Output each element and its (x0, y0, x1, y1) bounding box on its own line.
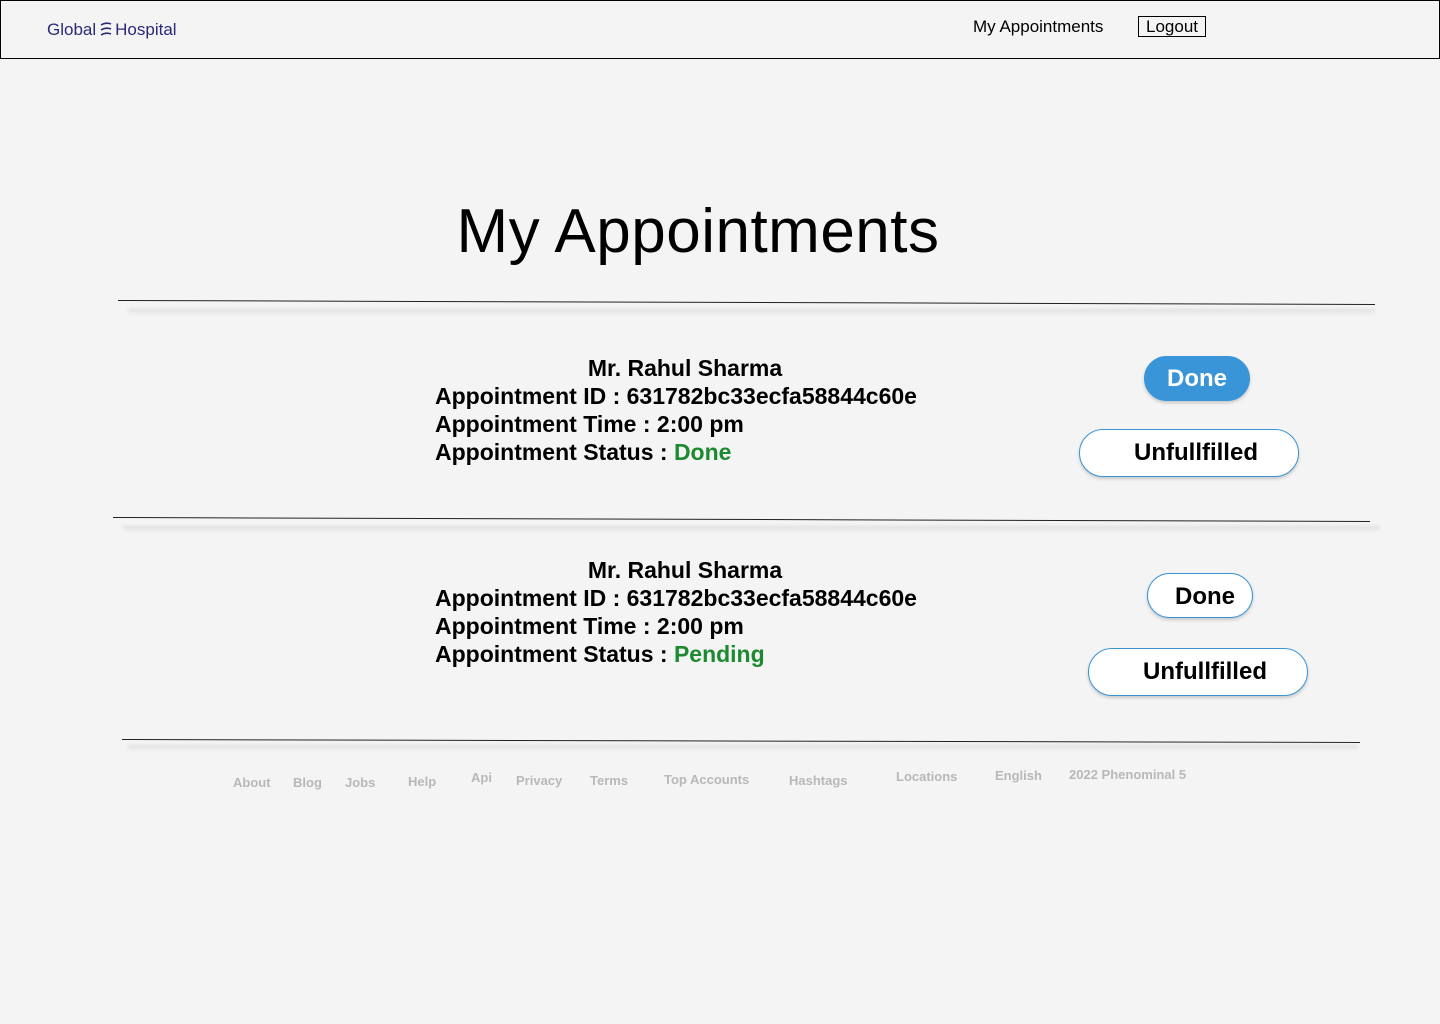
brand-name-left: Global (47, 20, 97, 39)
brand-logo[interactable]: Global Hospital (47, 20, 177, 40)
done-button[interactable]: Done (1147, 573, 1253, 618)
divider-shadow (128, 745, 1358, 750)
appointment-time-label: Appointment Time : (435, 411, 657, 437)
footer-link-hashtags[interactable]: Hashtags (789, 773, 848, 788)
appointment-id-row: Appointment ID : 631782bc33ecfa58844c60e (435, 584, 995, 612)
appointment-status-label: Appointment Status : (435, 439, 674, 465)
brand-name-right: Hospital (115, 20, 177, 39)
appointment-id-label: Appointment ID : (435, 383, 627, 409)
footer-link-jobs[interactable]: Jobs (345, 775, 375, 790)
appointment-card: Mr. Rahul Sharma Appointment ID : 631782… (435, 556, 995, 668)
logout-button[interactable]: Logout (1138, 16, 1206, 37)
appointment-id-label: Appointment ID : (435, 585, 627, 611)
unfulfilled-button[interactable]: Unfullfilled (1088, 648, 1308, 696)
top-navbar: Global Hospital My Appointments Logout (0, 0, 1440, 59)
appointment-id-row: Appointment ID : 631782bc33ecfa58844c60e (435, 382, 995, 410)
patient-name: Mr. Rahul Sharma (587, 557, 783, 583)
appointment-status-value: Done (673, 439, 732, 465)
appointment-status-value: Pending (673, 641, 765, 667)
appointment-time-value: 2:00 pm (656, 613, 744, 639)
footer-link-api[interactable]: Api (471, 770, 492, 785)
divider-shadow (123, 526, 1380, 531)
appointment-id-value: 631782bc33ecfa58844c60e (626, 383, 917, 409)
footer-link-about[interactable]: About (233, 775, 271, 790)
footer-link-blog[interactable]: Blog (293, 775, 322, 790)
footer-link-top-accounts[interactable]: Top Accounts (664, 772, 749, 787)
done-button[interactable]: Done (1144, 356, 1250, 401)
divider-shadow (128, 309, 1375, 314)
appointment-id-value: 631782bc33ecfa58844c60e (626, 585, 917, 611)
appointment-time-value: 2:00 pm (656, 411, 744, 437)
appointment-time-label: Appointment Time : (435, 613, 657, 639)
appointment-card: Mr. Rahul Sharma Appointment ID : 631782… (435, 354, 995, 466)
appointment-status-row: Appointment Status : Done (435, 438, 995, 466)
appointment-status-row: Appointment Status : Pending (435, 640, 995, 668)
nav-my-appointments-link[interactable]: My Appointments (973, 17, 1103, 37)
divider (121, 739, 1360, 744)
footer-link-english[interactable]: English (995, 768, 1042, 783)
divider (117, 300, 1375, 305)
footer-link-locations[interactable]: Locations (896, 769, 957, 784)
wave-lines-icon (100, 22, 112, 36)
footer-link-privacy[interactable]: Privacy (516, 773, 562, 788)
appointment-status-label: Appointment Status : (435, 641, 674, 667)
appointment-time-row: Appointment Time : 2:00 pm (435, 410, 995, 438)
appointment-time-row: Appointment Time : 2:00 pm (435, 612, 995, 640)
patient-name: Mr. Rahul Sharma (587, 355, 783, 381)
footer-link-terms[interactable]: Terms (590, 773, 628, 788)
footer-copyright: 2022 Phenominal 5 (1069, 767, 1187, 782)
page-title: My Appointments (456, 197, 940, 266)
divider (112, 517, 1370, 522)
unfulfilled-button[interactable]: Unfullfilled (1079, 429, 1299, 477)
footer-link-help[interactable]: Help (408, 774, 436, 789)
